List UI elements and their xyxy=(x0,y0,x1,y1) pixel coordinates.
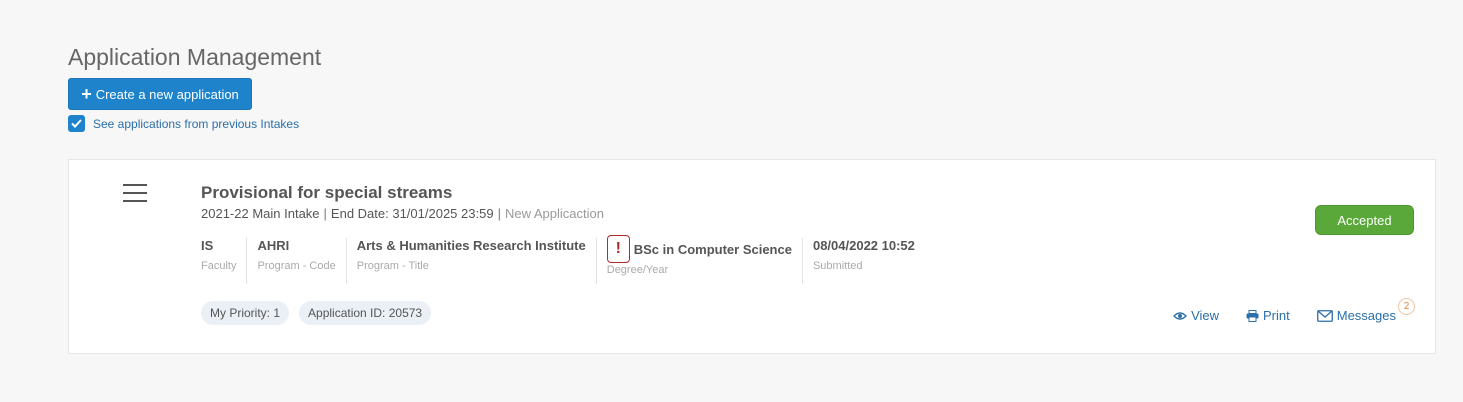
priority-badge: My Priority: 1 xyxy=(201,301,290,325)
application-badges: My Priority: 1 Application ID: 20573 xyxy=(201,301,432,325)
program-code-field: AHRI Program - Code xyxy=(247,238,347,284)
application-fields: IS Faculty AHRI Program - Code Arts & Hu… xyxy=(201,235,925,284)
messages-count-badge: 2 xyxy=(1398,298,1415,315)
program-title-value: Arts & Humanities Research Institute xyxy=(356,238,586,253)
application-actions: View Print Messages 2 xyxy=(1173,298,1415,323)
application-card: Provisional for special streams 2021-22 … xyxy=(68,159,1436,354)
end-date: End Date: 31/01/2025 23:59 xyxy=(330,206,494,221)
view-label: View xyxy=(1191,308,1220,323)
view-link[interactable]: View xyxy=(1173,308,1219,323)
page-title: Application Management xyxy=(68,44,322,70)
program-code-value: AHRI xyxy=(257,238,290,253)
messages-link[interactable]: Messages 2 xyxy=(1316,298,1415,323)
degree-label: Degree/Year xyxy=(606,264,669,276)
degree-value: BSc in Computer Science xyxy=(633,241,792,257)
warning-icon[interactable]: ! xyxy=(606,235,630,263)
submitted-field: 08/04/2022 10:52 Submitted xyxy=(803,238,925,284)
application-meta: 2021-22 Main Intake | End Date: 31/01/2025… xyxy=(201,206,604,221)
print-label: Print xyxy=(1263,308,1290,323)
eye-icon xyxy=(1173,311,1187,320)
faculty-label: Faculty xyxy=(201,260,237,272)
intake-name: 2021-22 Main Intake xyxy=(201,206,320,221)
hamburger-menu-icon[interactable] xyxy=(123,184,147,204)
previous-intakes-label[interactable]: See applications from previous Intakes xyxy=(93,117,299,131)
previous-intakes-checkbox[interactable]: See applications from previous Intakes xyxy=(68,115,299,132)
application-title: Provisional for special streams xyxy=(201,183,453,202)
messages-label: Messages xyxy=(1336,308,1396,323)
status-badge: Accepted xyxy=(1315,205,1414,235)
submitted-value: 08/04/2022 10:52 xyxy=(812,238,915,253)
degree-field: ! BSc in Computer Science Degree/Year xyxy=(597,235,803,284)
create-application-button[interactable]: + Create a new application xyxy=(68,78,252,110)
program-title-field: Arts & Humanities Research Institute Pro… xyxy=(347,238,597,284)
create-application-label: Create a new application xyxy=(95,86,239,102)
faculty-field: IS Faculty xyxy=(201,238,248,284)
application-type: New Applicaction xyxy=(504,206,604,221)
plus-icon: + xyxy=(81,83,92,104)
program-code-label: Program - Code xyxy=(257,260,336,272)
envelope-icon xyxy=(1316,309,1333,322)
faculty-value: IS xyxy=(201,238,214,253)
checkmark-icon[interactable] xyxy=(68,115,85,132)
print-link[interactable]: Print xyxy=(1246,308,1290,323)
application-id-badge: Application ID: 20573 xyxy=(299,301,432,325)
printer-icon xyxy=(1246,309,1259,322)
program-title-label: Program - Title xyxy=(356,260,429,272)
submitted-label: Submitted xyxy=(812,260,863,272)
